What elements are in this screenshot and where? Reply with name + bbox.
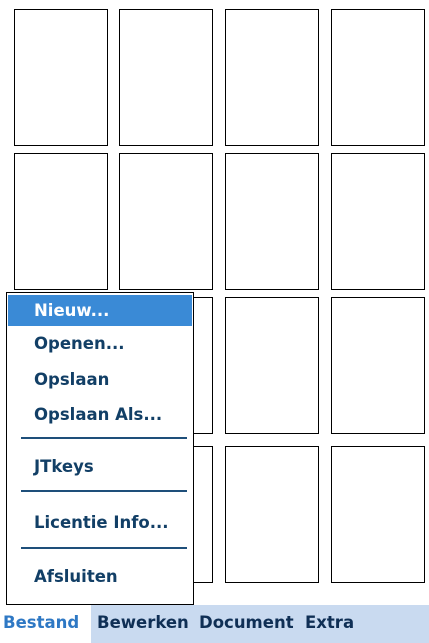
menu-document[interactable]: Document — [199, 605, 294, 643]
menu-item-licentie-info[interactable]: Licentie Info... — [8, 507, 192, 538]
page-thumbnail[interactable] — [225, 297, 319, 434]
page-thumbnail[interactable] — [119, 9, 213, 146]
menu-item-afsluiten[interactable]: Afsluiten — [8, 561, 192, 592]
page-thumbnail[interactable] — [225, 9, 319, 146]
menu-extra[interactable]: Extra — [305, 605, 354, 643]
file-menu-popup: Nieuw... Openen... Opslaan Opslaan Als..… — [6, 292, 194, 605]
page-thumbnail[interactable] — [331, 297, 425, 434]
page-thumbnail[interactable] — [119, 153, 213, 290]
menu-item-opslaan-als[interactable]: Opslaan Als... — [8, 399, 192, 430]
menu-item-nieuw[interactable]: Nieuw... — [8, 295, 192, 326]
page-thumbnail[interactable] — [331, 446, 425, 583]
page-thumbnail[interactable] — [14, 153, 108, 290]
menu-item-openen[interactable]: Openen... — [8, 328, 192, 359]
menu-item-opslaan[interactable]: Opslaan — [8, 364, 192, 395]
menu-separator — [21, 490, 187, 492]
menu-separator — [21, 437, 187, 439]
page-thumbnail[interactable] — [331, 153, 425, 290]
page-thumbnail[interactable] — [225, 153, 319, 290]
page-thumbnail[interactable] — [225, 446, 319, 583]
page-thumbnail[interactable] — [14, 9, 108, 146]
menu-bewerken[interactable]: Bewerken — [97, 605, 189, 643]
menu-separator — [21, 547, 187, 549]
menu-item-jtkeys[interactable]: JTkeys — [8, 451, 192, 482]
menu-bar: Bestand Bewerken Document Extra — [0, 605, 429, 643]
menu-bestand[interactable]: Bestand — [3, 605, 79, 643]
page-thumbnail[interactable] — [331, 9, 425, 146]
